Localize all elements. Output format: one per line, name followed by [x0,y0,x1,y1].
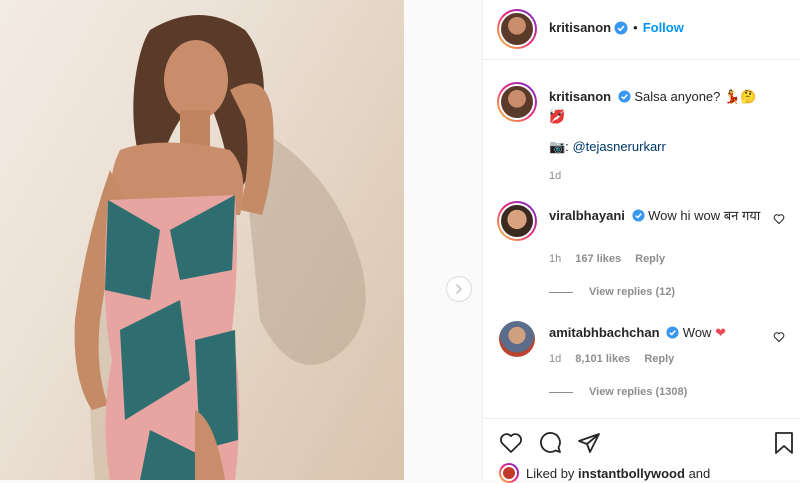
replies-divider [549,391,573,393]
post-side-panel: kritisanon • Follow kritisanon Salsa any… [482,0,800,483]
comment-item: amitabhbachchan Wow ❤ 1d 8,101 likes Rep… [483,315,800,415]
author-username[interactable]: kritisanon [549,20,611,35]
caption-timestamp[interactable]: 1d [549,170,561,182]
liked-by-line: Liked by instantbollywood and [499,463,710,483]
view-replies-label: View replies (12) [589,286,676,298]
like-comment-heart-icon[interactable] [773,331,785,343]
view-replies-button[interactable]: View replies (1308) [549,386,687,398]
view-replies-button[interactable]: View replies (12) [549,286,675,298]
comment-text: Wow [682,325,712,340]
commenter-avatar[interactable] [499,321,535,357]
photo-illustration [74,15,366,480]
like-comment-heart-icon[interactable] [773,213,785,225]
comment-bubble-icon[interactable] [538,431,562,455]
commenter-username[interactable]: viralbhayani [549,208,625,223]
chevron-right-icon [456,284,463,294]
commenter-avatar[interactable] [497,201,537,241]
comment-timestamp[interactable]: 1d [549,353,561,365]
caption-avatar[interactable] [497,82,537,122]
reply-button[interactable]: Reply [635,253,665,265]
author-avatar[interactable] [497,9,537,49]
caption-text: Salsa anyone? [634,89,721,104]
camera-credit-prefix: 📷: [549,139,569,154]
comment-item: viralbhayani Wow hi wow बन गया 1h 167 li… [483,195,800,305]
commenter-username[interactable]: amitabhbachchan [549,325,660,340]
next-photo-button[interactable] [446,276,472,302]
caption-block: kritisanon Salsa anyone? 💃🤔👀 💋 📷: @tejas… [483,60,800,190]
red-heart-emoji: ❤ [715,325,726,340]
follow-button[interactable]: Follow [643,20,684,35]
comment-likes[interactable]: 8,101 likes [575,353,630,365]
liked-by-suffix: and [688,465,711,481]
verified-badge-icon [631,209,645,222]
credit-mention-link[interactable]: @tejasnerurkarr [572,139,665,154]
liked-by-prefix: Liked by [526,465,575,481]
verified-badge-icon [666,326,679,339]
reply-button[interactable]: Reply [644,353,674,365]
post-header: kritisanon • Follow [483,0,800,60]
caption-username[interactable]: kritisanon [549,89,611,104]
liked-by-user-link[interactable]: instantbollywood [578,466,685,481]
verified-badge-icon [614,21,628,34]
liked-by-avatar[interactable] [499,463,519,483]
save-bookmark-icon[interactable] [773,431,795,455]
gutter [404,0,482,480]
comment-timestamp[interactable]: 1h [549,253,561,265]
comment-text: Wow hi wow बन गया [648,208,761,223]
share-send-icon[interactable] [577,431,601,455]
like-heart-icon[interactable] [499,431,523,455]
instagram-post-modal: kritisanon • Follow kritisanon Salsa any… [0,0,800,483]
header-separator: • [633,20,638,35]
view-replies-label: View replies (1308) [589,386,688,398]
verified-badge-icon [618,90,631,103]
caption-line2: 💋 [549,109,566,124]
post-photo[interactable] [0,0,404,480]
comment-likes[interactable]: 167 likes [575,253,621,265]
replies-divider [549,291,573,293]
